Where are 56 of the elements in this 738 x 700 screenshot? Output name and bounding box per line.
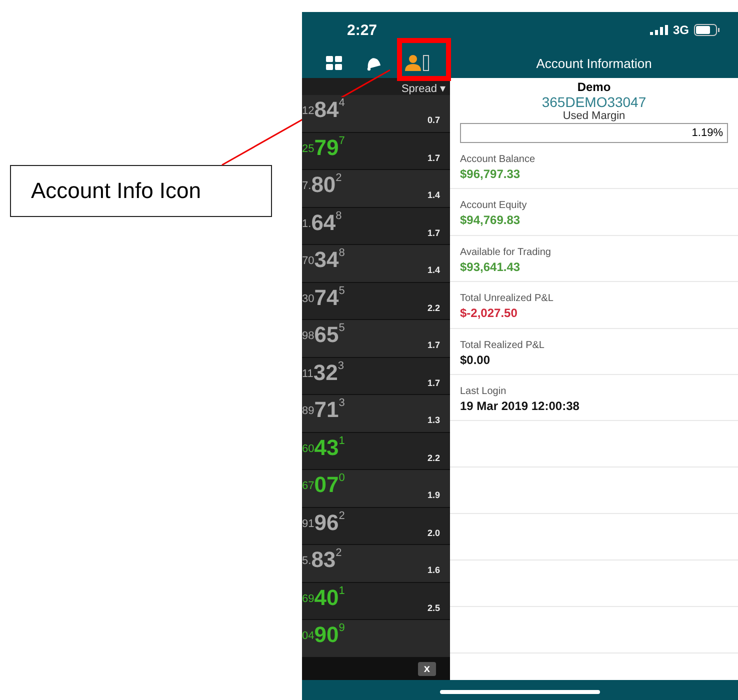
price-row[interactable]: 7.80$^{2}$ 1.4: [302, 170, 450, 208]
price-row[interactable]: 1284$^{4}$ 0.7: [302, 95, 450, 132]
spread-value: 1.7: [427, 152, 440, 163]
price-text: 1284$^{4}$: [302, 97, 347, 124]
item-label: Account Equity: [460, 200, 528, 212]
price-row[interactable]: 6707$^{0}$ 1.9: [302, 470, 450, 508]
price-row[interactable]: 3074$^{5}$ 2.2: [302, 282, 450, 320]
spread-value: 1.4: [427, 265, 440, 276]
spread-value: 2.5: [427, 602, 440, 613]
network-label: 3G: [672, 23, 689, 37]
account-icon[interactable]: [404, 53, 430, 73]
item-label: Account Balance: [460, 154, 536, 165]
annotation-label: Account Info Icon: [10, 165, 272, 217]
spread-value: 1.7: [427, 340, 440, 350]
highlight-frame: [397, 38, 451, 81]
spread-value: 1.3: [427, 415, 440, 426]
account-id: 365DEMO33047: [540, 94, 648, 110]
price-row[interactable]: 9865$^{5}$ 1.7: [302, 320, 450, 358]
price-row[interactable]: 1.64$^{8}$ 1.7: [302, 208, 450, 245]
item-label: Total Unrealized P&L: [460, 293, 554, 304]
spread-value: 2.0: [427, 528, 440, 538]
item-label: Available for Trading: [460, 246, 552, 258]
item-value: $93,641.43: [460, 260, 522, 274]
price-row[interactable]: 2579$^{7}$ 1.7: [302, 132, 450, 170]
item-value: $94,769.83: [460, 213, 522, 228]
item-value: 19 Mar 2019 12:00:38: [460, 398, 580, 413]
spread-value: 1.9: [427, 490, 440, 500]
item-value: $96,797.33: [460, 167, 522, 181]
spread-value: 1.6: [427, 565, 440, 576]
price-row[interactable]: 5.83$^{2}$ 1.6: [302, 545, 450, 582]
spread-value: 0.7: [427, 115, 440, 126]
account-type: Demo: [576, 80, 612, 94]
spread-value: 1.7: [427, 228, 440, 238]
close-button[interactable]: x: [418, 662, 436, 676]
item-value: $0.00: [460, 352, 492, 367]
spread-value: 2.2: [427, 452, 440, 463]
price-row[interactable]: 6043$^{1}$ 2.2: [302, 432, 450, 470]
grid-icon[interactable]: [326, 56, 342, 70]
price-row[interactable]: 7034$^{8}$ 1.4: [302, 245, 450, 282]
panel-title: Account Information: [535, 56, 653, 70]
item-label: Last Login: [460, 386, 508, 397]
spread-value: 1.4: [427, 190, 440, 200]
spread-value: 1.7: [427, 378, 440, 388]
price-row[interactable]: 6940$^{1}$ 2.5: [302, 582, 450, 620]
price-row[interactable]: 0490$^{9}$: [302, 620, 450, 658]
price-row[interactable]: 1132$^{3}$ 1.7: [302, 358, 450, 395]
price-row[interactable]: 8971$^{3}$ 1.3: [302, 395, 450, 432]
status-time: 2:27: [347, 22, 378, 38]
spread-value: 2.2: [427, 302, 440, 313]
signal-icon: [650, 25, 668, 35]
item-label: Total Realized P&L: [460, 340, 546, 351]
margin-field: 1.19%: [460, 123, 728, 143]
margin-label: Used Margin: [562, 110, 626, 122]
item-value: $-2,027.50: [460, 306, 518, 320]
battery-icon: [694, 24, 720, 36]
price-row[interactable]: 9196$^{2}$ 2.0: [302, 508, 450, 545]
